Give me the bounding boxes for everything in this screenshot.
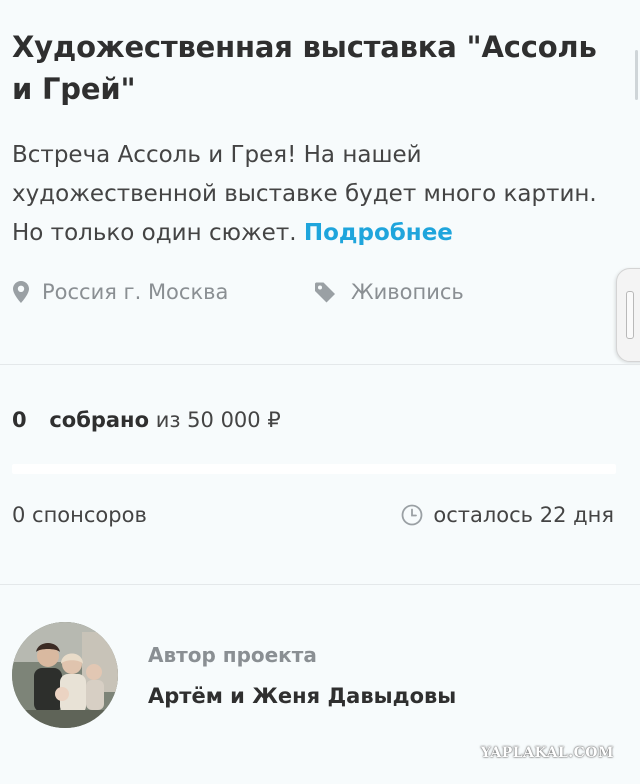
collected-label: собрано <box>49 408 149 432</box>
tag-icon <box>315 282 335 303</box>
location-label: Россия г. Москва <box>42 280 229 304</box>
more-link[interactable]: Подробнее <box>304 220 453 246</box>
funding-progress-bar <box>12 464 616 474</box>
author-avatar[interactable] <box>12 622 118 728</box>
project-meta: Россия г. Москва Живопись <box>0 280 640 312</box>
clock-icon <box>401 504 423 526</box>
category-label: Живопись <box>351 280 464 304</box>
scroll-handle[interactable] <box>616 268 640 362</box>
time-remaining-label: осталось 22 дня <box>433 503 614 527</box>
goal-text: из 50 000 ₽ <box>155 408 281 432</box>
funding-summary: 0 собрано из 50 000 ₽ <box>12 408 281 432</box>
divider <box>0 584 640 585</box>
project-description: Встреча Ассоль и Грея! На нашей художест… <box>12 136 612 253</box>
divider <box>0 364 640 365</box>
author-label: Автор проекта <box>148 643 317 667</box>
grip-icon <box>626 291 634 339</box>
project-title: Художественная выставка "Ассоль и Грей" <box>12 30 597 106</box>
time-remaining: осталось 22 дня <box>401 503 614 527</box>
location[interactable]: Россия г. Москва <box>12 280 228 304</box>
collected-amount: 0 <box>12 408 27 432</box>
category[interactable]: Живопись <box>313 280 464 304</box>
author-name[interactable]: Артём и Женя Давыдовы <box>148 684 456 708</box>
avatar-photo <box>12 622 118 728</box>
sponsors-count: 0 спонсоров <box>12 503 147 527</box>
watermark: YAPLAKAL.COM <box>480 745 614 761</box>
scrollbar[interactable] <box>635 50 638 100</box>
map-pin-icon <box>13 281 29 303</box>
